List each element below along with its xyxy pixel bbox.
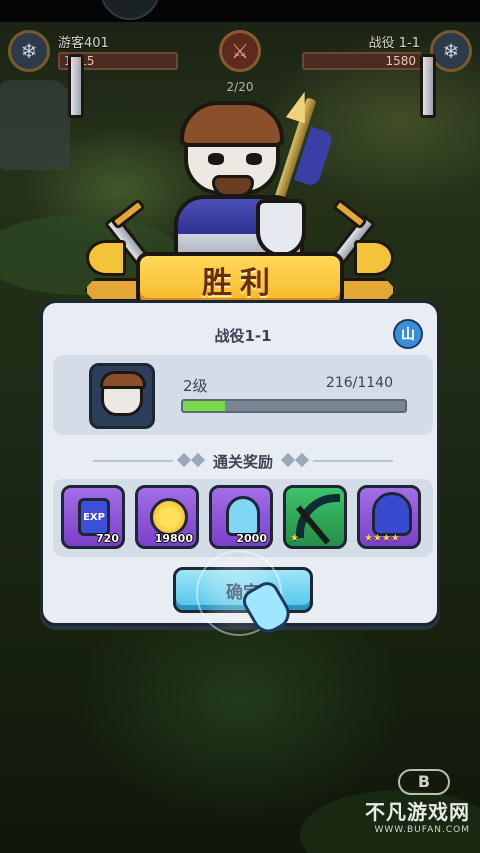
- divider-line: [313, 460, 393, 462]
- stage-title: 战役1-1: [214, 327, 272, 345]
- hero-hair-icon: [100, 371, 146, 389]
- watermark-logo: B: [398, 769, 450, 795]
- crossed-swords-icon: ✕: [420, 54, 436, 118]
- wizard-hero-icon: [372, 492, 412, 536]
- exp-progress-bar: [181, 399, 407, 413]
- reward-gold[interactable]: 19800: [135, 485, 199, 549]
- vs-swords-icon: ⚔: [219, 30, 261, 72]
- reward-stars: ★: [290, 533, 299, 544]
- hero-hair: [180, 101, 284, 147]
- victory-text: 胜利: [202, 266, 278, 301]
- enemy-power-bar: 1580 ✕: [302, 52, 436, 118]
- map-button[interactable]: 山: [393, 319, 423, 349]
- player-panel: ❄ 游客401 ✕1315: [8, 30, 208, 118]
- reward-amount: 19800: [154, 532, 193, 545]
- trumpet-icon: [86, 240, 126, 276]
- watermark-url: WWW.BUFAN.COM: [374, 825, 470, 835]
- reward-amount: 720: [96, 532, 119, 545]
- gold-coin-icon: [150, 498, 188, 536]
- stone-ruin: [0, 80, 70, 170]
- ribbon-tail: [340, 278, 396, 302]
- reward-exp[interactable]: EXP 720: [61, 485, 125, 549]
- reward-scythe[interactable]: ★: [283, 485, 347, 549]
- reward-soul[interactable]: 2000: [209, 485, 273, 549]
- trumpet-icon: [354, 240, 394, 276]
- reward-stars: ★★★★: [364, 533, 400, 544]
- watermark: B 不凡游戏网 WWW.BUFAN.COM: [365, 769, 470, 835]
- exp-progress-fill: [183, 401, 226, 411]
- crossed-swords-icon: ✕: [68, 54, 84, 118]
- top-bar: [0, 0, 480, 22]
- enemy-panel: ❄ 战役 1-1 1580 ✕: [272, 30, 472, 118]
- player-power-bar: ✕1315: [58, 52, 178, 118]
- victory-banner-group: 胜利: [80, 198, 400, 310]
- watermark-name: 不凡游戏网: [365, 800, 470, 824]
- soul-ghost-icon: [226, 496, 260, 536]
- enemy-power: 1580: [385, 54, 416, 68]
- reward-wizard-hero[interactable]: ★★★★: [357, 485, 421, 549]
- hero-eye: [246, 153, 262, 165]
- ribbon-tail: [84, 278, 140, 302]
- exp-potion-icon: EXP: [78, 498, 110, 536]
- hero-face-icon: [100, 371, 146, 416]
- rewards-header: 通关奖励: [43, 451, 443, 471]
- reward-amount: 2000: [236, 532, 267, 545]
- hero-beard: [212, 175, 254, 197]
- hero-portrait: [89, 363, 155, 429]
- hero-level: 2级: [183, 377, 208, 395]
- player-name: 游客401: [58, 36, 109, 51]
- mascot-icon: [100, 0, 160, 20]
- rewards-list: EXP 720 19800 2000 ★ ★★★★: [53, 479, 433, 557]
- hero-eye: [208, 153, 224, 165]
- enemy-stage-name: 战役 1-1: [368, 36, 420, 51]
- hero-exp-text: 216/1140: [325, 375, 393, 391]
- enemy-avatar-icon: ❄: [430, 30, 472, 72]
- hero-exp-card: 2级 216/1140: [53, 355, 433, 435]
- player-avatar-icon: ❄: [8, 30, 50, 72]
